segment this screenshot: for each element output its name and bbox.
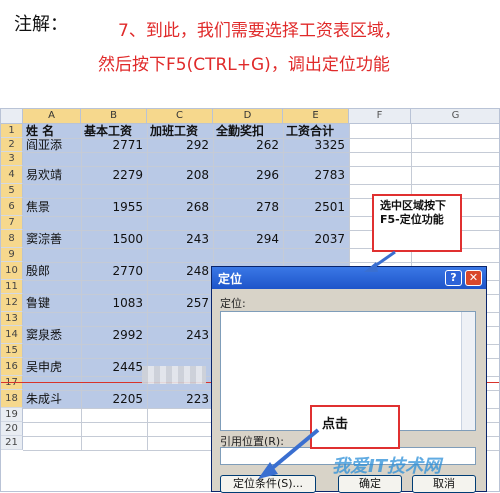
watermark: 我爱IT技术网 (332, 456, 441, 477)
blur-mask (142, 366, 206, 384)
arrow-click-line (268, 428, 320, 472)
arrows-overlay (258, 250, 396, 479)
arrow-callout-head (364, 262, 378, 272)
